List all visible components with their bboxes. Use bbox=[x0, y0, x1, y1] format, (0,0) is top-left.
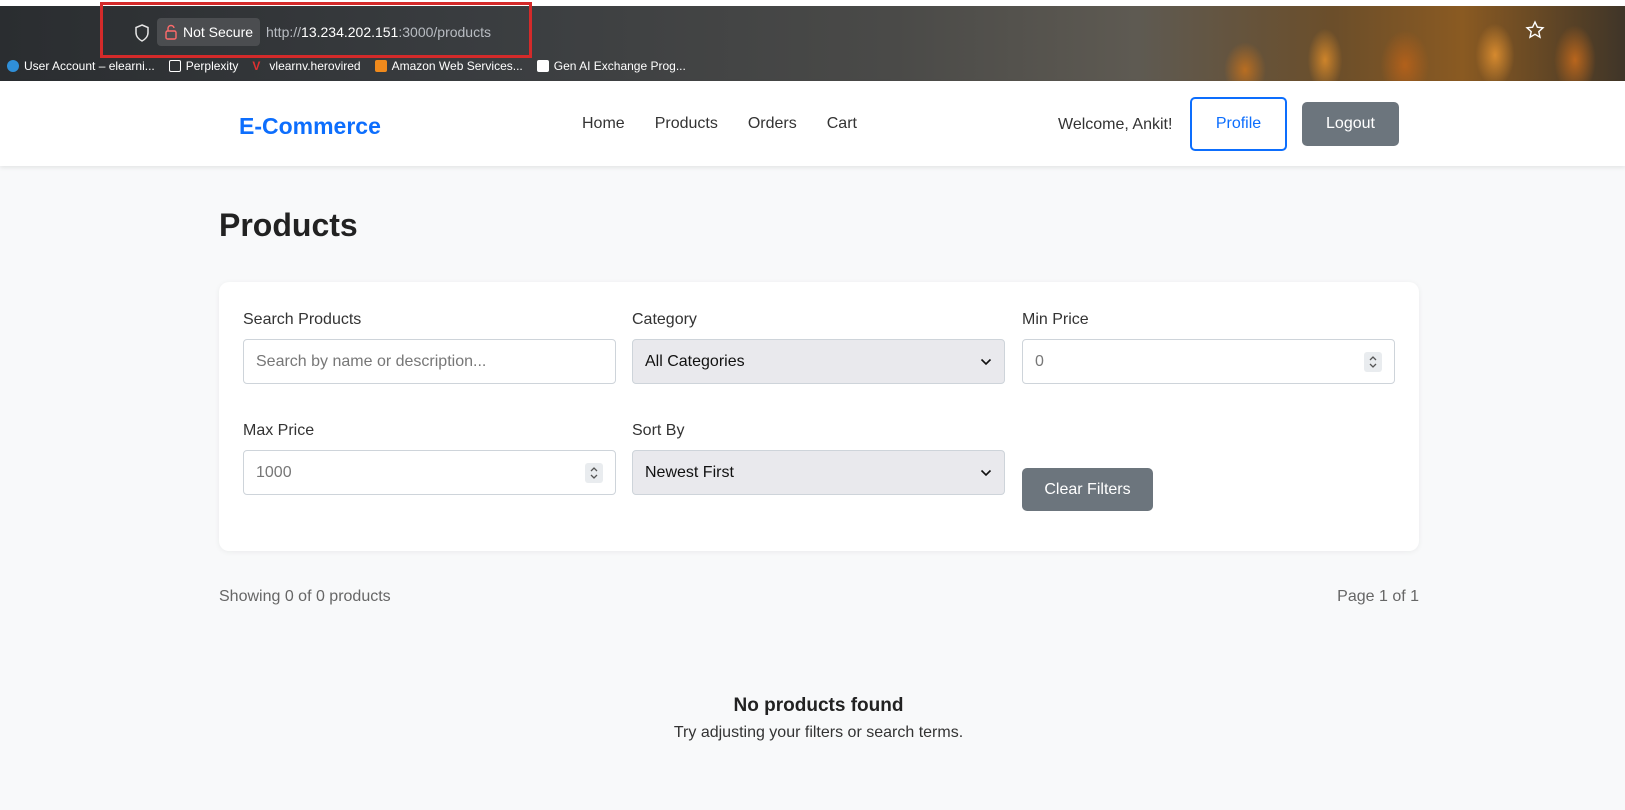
bookmark-item[interactable]: Gen AI Exchange Prog... bbox=[530, 56, 693, 76]
security-label: Not Secure bbox=[183, 24, 254, 40]
sort-value: Newest First bbox=[645, 463, 734, 481]
url-scheme: http:// bbox=[266, 24, 302, 40]
empty-state-title: No products found bbox=[733, 695, 904, 716]
page-title: Products bbox=[219, 207, 358, 243]
nav-link-home[interactable]: Home bbox=[582, 115, 640, 133]
empty-state-subtitle: Try adjusting your filters or search ter… bbox=[673, 724, 964, 741]
max-price-label: Max Price bbox=[243, 422, 315, 439]
v-icon: V bbox=[252, 59, 261, 73]
app-navbar: E-Commerce Home Products Orders Cart Wel… bbox=[0, 81, 1625, 166]
search-label: Search Products bbox=[243, 311, 362, 328]
security-indicator[interactable]: Not Secure bbox=[157, 18, 260, 46]
bookmark-label: Amazon Web Services... bbox=[391, 59, 523, 73]
aws-icon bbox=[374, 60, 387, 72]
logout-button[interactable]: Logout bbox=[1302, 102, 1399, 146]
globe-icon bbox=[7, 60, 19, 72]
search-input[interactable]: Search by name or description... bbox=[243, 339, 616, 384]
nav-link-orders[interactable]: Orders bbox=[733, 115, 812, 133]
max-price-input[interactable]: 1000 bbox=[243, 450, 616, 495]
category-value: All Categories bbox=[645, 352, 745, 370]
min-price-input[interactable]: 0 bbox=[1022, 339, 1395, 384]
min-price-label: Min Price bbox=[1022, 311, 1089, 328]
results-count: Showing 0 of 0 products bbox=[219, 588, 391, 605]
chevron-down-icon bbox=[980, 469, 992, 476]
url-path: :3000/products bbox=[398, 24, 491, 40]
url-host: 13.234.202.151 bbox=[301, 24, 399, 40]
nav-link-products[interactable]: Products bbox=[640, 115, 733, 133]
number-spinner-icon[interactable] bbox=[585, 463, 603, 483]
clear-filters-button[interactable]: Clear Filters bbox=[1022, 468, 1153, 511]
bookmark-label: vlearnv.herovired bbox=[269, 59, 361, 73]
page-indicator: Page 1 of 1 bbox=[1337, 588, 1419, 605]
bookmark-label: User Account – elearni... bbox=[24, 59, 155, 73]
bookmark-item[interactable]: Amazon Web Services... bbox=[368, 56, 530, 76]
bookmarks-bar: User Account – elearni... Perplexity V v… bbox=[0, 56, 693, 76]
bookmark-item[interactable]: Perplexity bbox=[162, 56, 246, 76]
grid-icon bbox=[536, 60, 549, 72]
nav-link-cart[interactable]: Cart bbox=[812, 115, 872, 133]
perplexity-icon bbox=[168, 60, 181, 72]
bookmark-label: Gen AI Exchange Prog... bbox=[553, 59, 686, 73]
chevron-down-icon bbox=[980, 358, 992, 365]
bookmark-item[interactable]: V vlearnv.herovired bbox=[245, 56, 367, 76]
min-price-placeholder: 0 bbox=[1035, 352, 1044, 370]
search-placeholder: Search by name or description... bbox=[256, 352, 487, 370]
filter-panel: Search Products Search by name or descri… bbox=[219, 282, 1419, 551]
max-price-placeholder: 1000 bbox=[256, 463, 292, 481]
bookmark-star-icon[interactable] bbox=[1525, 20, 1545, 40]
browser-chrome: Not Secure http://13.234.202.151:3000/pr… bbox=[0, 0, 1625, 81]
bookmark-item[interactable]: User Account – elearni... bbox=[0, 56, 162, 76]
sort-select[interactable]: Newest First bbox=[632, 450, 1005, 495]
profile-button[interactable]: Profile bbox=[1190, 97, 1287, 151]
number-spinner-icon[interactable] bbox=[1364, 352, 1382, 372]
brand-logo[interactable]: E-Commerce bbox=[239, 113, 381, 140]
shield-icon[interactable] bbox=[134, 24, 150, 42]
unlocked-padlock-icon bbox=[165, 24, 177, 40]
address-bar[interactable]: http://13.234.202.151:3000/products bbox=[266, 24, 491, 40]
bookmark-label: Perplexity bbox=[185, 59, 239, 73]
nav-links: Home Products Orders Cart bbox=[582, 115, 872, 133]
theme-background bbox=[1205, 0, 1625, 81]
category-label: Category bbox=[632, 311, 697, 328]
welcome-message: Welcome, Ankit! bbox=[1058, 116, 1173, 133]
category-select[interactable]: All Categories bbox=[632, 339, 1005, 384]
sort-label: Sort By bbox=[632, 422, 685, 439]
